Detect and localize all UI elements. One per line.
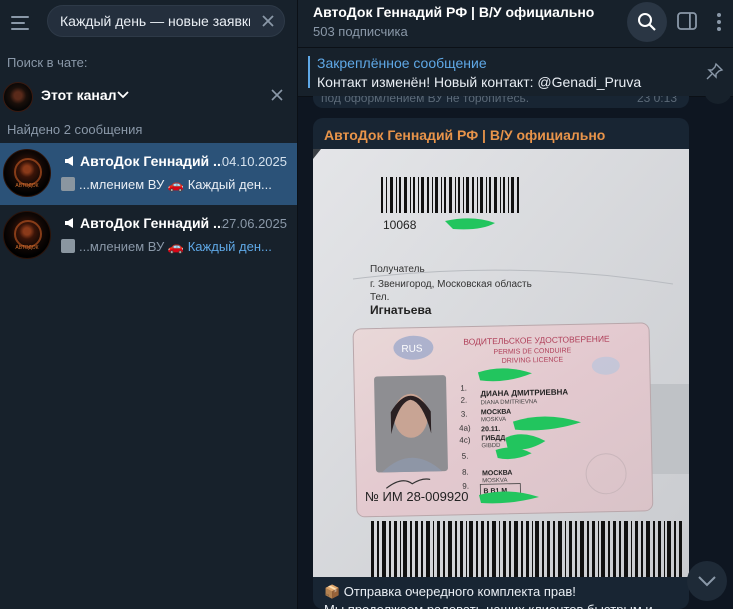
sidebar-topbar: Каждый день — новые заявки, н [0,0,297,48]
search-icon [638,13,656,31]
svg-text:4c): 4c) [459,436,471,445]
card-name: ДИАНА ДМИТРИЕВНА [480,388,568,399]
message-text: 📦 Отправка очередного комплекта прав! Мы… [324,583,680,609]
message-line-1: 📦 Отправка очередного комплекта прав! [324,584,576,599]
chevron-down-icon[interactable] [117,89,129,101]
message-line-2: Мы продолжаем радовать наших клиентов бы… [324,601,680,609]
result-snippet: ...млением ВУ 🚗 Каждый ден... [61,239,287,255]
recipient-name: Игнатьева [370,303,432,317]
recipient-label: Получатель [370,264,425,275]
megaphone-icon [65,156,73,166]
card-city-lat: MOSKVA [481,417,506,424]
search-result-item[interactable]: АВТОДОК АвтоДок Геннадий ... 04.10.2025 … [0,143,297,205]
card-gibdd: ГИБДД [481,435,505,443]
chevron-down-icon [698,576,716,587]
channel-avatar [3,82,33,112]
previous-message-meta: 23 0:13 [636,96,677,105]
search-button[interactable] [627,2,667,42]
result-snippet: ...млением ВУ 🚗 Каждый ден... [61,177,287,193]
tracking-number: 10068 [383,218,417,232]
svg-text:4a): 4a) [459,424,471,433]
svg-text:1.: 1. [460,384,467,393]
recipient-city: г. Звенигород, Московская область [370,278,532,290]
message-photo[interactable]: 10068 Получатель г. Звенигород, Московск… [313,149,689,577]
subscriber-count: 503 подписчика [313,24,408,39]
svg-text:2.: 2. [460,396,467,405]
card-city-2: МОСКВА [482,470,513,478]
avatar: АВТОДОК [3,211,51,259]
unpin-icon[interactable] [706,62,724,80]
share-button[interactable] [704,90,732,104]
card-country: RUS [401,344,423,355]
search-query[interactable]: Каждый день — новые заявки, н [60,13,250,29]
search-sidebar: Каждый день — новые заявки, н Поиск в ча… [0,0,298,609]
pinned-message-bar[interactable]: Закреплённое сообщение Контакт изменён! … [298,48,733,97]
sidebar-toggle-icon[interactable] [677,12,697,30]
chat-header[interactable]: АвтоДок Геннадий РФ | В/У официально 503… [298,0,733,48]
result-date: 04.10.2025 [221,154,287,169]
svg-text:8.: 8. [462,468,469,477]
avatar: АВТОДОК [3,149,51,197]
megaphone-icon [65,218,73,228]
chat-title[interactable]: АвтоДок Геннадий РФ | В/У официально [313,4,594,20]
search-input[interactable]: Каждый день — новые заявки, н [47,5,285,37]
channel-message[interactable]: АвтоДок Геннадий РФ | В/У официально 100… [313,118,689,609]
found-count-label: Найдено 2 сообщения [7,122,143,137]
previous-message: под оформлением ВУ не торопитесь. 23 0:1… [313,96,689,108]
photo-thumbnail-icon [61,239,75,253]
vertical-dots-icon[interactable] [716,12,722,32]
document-number: № ИМ 28-009920 [365,489,469,504]
recipient-tel: Тел. [370,292,389,303]
barcode-bottom [371,521,682,577]
previous-message-text: под оформлением ВУ не торопитесь. [321,96,530,105]
close-icon[interactable] [270,88,284,102]
message-author[interactable]: АвтоДок Геннадий РФ | В/У официально [324,127,605,143]
photo-thumbnail-icon [61,177,75,191]
card-title-en: DRIVING LICENCE [502,357,564,365]
chat-pane: АвтоДок Геннадий РФ | В/У официально 503… [298,0,733,609]
scroll-down-button[interactable] [687,561,727,601]
envelope-photo: 10068 Получатель г. Звенигород, Московск… [313,149,689,577]
result-title: АвтоДок Геннадий ... [64,153,222,169]
filter-label[interactable]: Этот канал [41,87,117,103]
close-icon[interactable] [260,13,276,29]
search-in-chat-label: Поиск в чате: [7,55,88,70]
card-gibdd-lat: GIBDD [481,443,501,449]
pinned-title: Закреплённое сообщение [317,55,487,71]
card-name-lat: DIANA DMITRIEVNA [481,399,538,406]
card-city-lat-2: MOSKVA [482,478,507,485]
search-result-item[interactable]: АВТОДОК АвтоДок Геннадий ... 27.06.2025 … [0,205,297,267]
channel-filter[interactable]: Этот канал [0,76,297,116]
pinned-indicator [308,56,310,88]
card-city: МОСКВА [481,409,512,417]
driving-licence: RUS ВОДИТЕЛЬСКОЕ УДОСТОВЕРЕНИЕ PERMIS DE… [352,322,654,518]
result-title: АвтоДок Геннадий ... [64,215,222,231]
result-date: 27.06.2025 [221,216,287,231]
svg-text:3.: 3. [461,410,468,419]
hamburger-icon[interactable] [10,12,32,34]
card-date: 20.11. [481,426,500,433]
pinned-text: Контакт изменён! Новый контакт: @Genadi_… [317,74,642,90]
svg-text:5.: 5. [462,452,469,461]
